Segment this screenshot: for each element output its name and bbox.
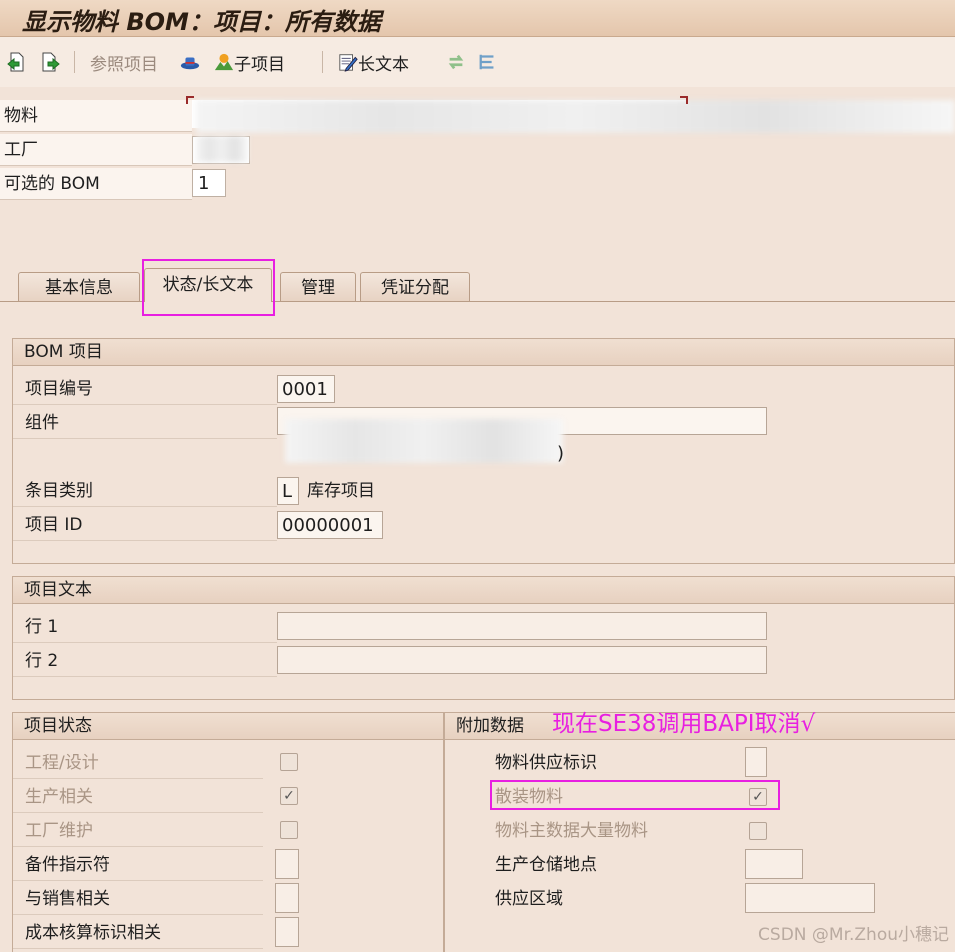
spare-part-field[interactable] xyxy=(275,849,299,879)
supply-area-label: 供应区域 xyxy=(495,889,563,909)
next-item-icon xyxy=(42,52,60,72)
component-desc-tail: ) xyxy=(557,443,565,464)
tab-strip: 基本信息 状态/长文本 管理 凭证分配 xyxy=(0,268,955,302)
alt-bom-input[interactable]: 1 xyxy=(192,169,226,197)
sub-item-icon xyxy=(214,53,234,71)
previous-item-button[interactable] xyxy=(6,49,26,75)
plant-label: 工厂 xyxy=(0,134,192,166)
hat-icon xyxy=(180,57,200,70)
reference-item-label: 参照项目 xyxy=(90,54,158,75)
item-text-panel: 项目文本 行 1 行 2 xyxy=(12,576,955,700)
supply-indicator-label: 物料供应标识 xyxy=(495,753,597,773)
supply-indicator-field[interactable] xyxy=(745,747,767,777)
tab-basic-data[interactable]: 基本信息 xyxy=(18,272,140,302)
watermark: CSDN @Mr.Zhou小穗记 xyxy=(758,925,949,945)
item-category-field[interactable]: L xyxy=(277,477,299,505)
item-number-label: 项目编号 xyxy=(13,373,277,405)
item-category-text: 库存项目 xyxy=(307,481,375,501)
item-number-field[interactable]: 0001 xyxy=(277,375,335,403)
sales-relevant-label: 与销售相关 xyxy=(13,883,263,915)
spare-part-label: 备件指示符 xyxy=(13,849,263,881)
swap-arrows-icon xyxy=(448,54,464,70)
redacted-component xyxy=(285,419,563,463)
component-label: 组件 xyxy=(13,407,277,439)
reference-item-button[interactable]: 参照项目 xyxy=(90,49,158,75)
costing-relevant-label: 成本核算标识相关 xyxy=(13,917,263,949)
tab-administration[interactable]: 管理 xyxy=(280,272,356,302)
annotation-text: 现在SE38调用BAPI取消√ xyxy=(552,711,816,737)
text-line2-field[interactable] xyxy=(277,646,767,674)
text-line2-label: 行 2 xyxy=(13,645,277,677)
production-storage-label: 生产仓储地点 xyxy=(495,855,597,875)
required-marker-right xyxy=(680,96,688,104)
bom-item-panel: BOM 项目 项目编号 0001 组件 ) 条目类别 L 库存项目 项目 ID … xyxy=(12,338,955,564)
plant-maintenance-label: 工厂维护 xyxy=(13,815,263,847)
text-line1-field[interactable] xyxy=(277,612,767,640)
bom-item-title: BOM 项目 xyxy=(13,339,954,366)
redacted-material xyxy=(196,100,955,133)
engineering-label: 工程/设计 xyxy=(13,747,263,779)
additional-data-panel: 附加数据 物料供应标识 散装物料 ✓ 物料主数据大量物料 生产仓储地点 供应区域 xyxy=(444,712,955,952)
bulk-material-label: 散装物料 xyxy=(495,787,563,807)
structure-icon xyxy=(479,54,494,70)
next-item-button[interactable] xyxy=(40,49,60,75)
long-text-button[interactable]: 长文本 xyxy=(338,49,409,75)
hat-button[interactable] xyxy=(180,49,200,75)
item-status-title: 项目状态 xyxy=(13,713,443,740)
production-relevant-label: 生产相关 xyxy=(13,781,263,813)
tab-document-assignment[interactable]: 凭证分配 xyxy=(360,272,470,302)
application-toolbar: 参照项目 子项目 长文本 xyxy=(0,37,955,87)
window-title: 显示物料 BOM：项目：所有数据 xyxy=(22,8,381,36)
production-relevant-checkbox[interactable]: ✓ xyxy=(280,787,298,805)
production-storage-field[interactable] xyxy=(745,849,803,879)
item-text-title: 项目文本 xyxy=(13,577,954,604)
item-category-label: 条目类别 xyxy=(13,475,277,507)
redacted-plant xyxy=(196,136,248,162)
item-id-field[interactable]: 00000001 xyxy=(277,511,383,539)
required-marker-left xyxy=(186,96,194,104)
sub-item-label: 子项目 xyxy=(234,54,285,75)
toolbar-separator xyxy=(322,51,323,73)
bulk-material-master-label: 物料主数据大量物料 xyxy=(495,821,648,841)
plant-maintenance-checkbox[interactable] xyxy=(280,821,298,839)
bulk-material-master-checkbox[interactable] xyxy=(749,822,767,840)
item-status-panel: 项目状态 工程/设计 生产相关 ✓ 工厂维护 备件指示符 与销售相关 成本核算标… xyxy=(12,712,444,952)
toolbar-separator xyxy=(74,51,75,73)
title-bar: 显示物料 BOM：项目：所有数据 xyxy=(0,0,955,37)
text-line1-label: 行 1 xyxy=(13,611,277,643)
item-id-label: 项目 ID xyxy=(13,509,277,541)
material-label: 物料 xyxy=(0,100,192,132)
long-text-label: 长文本 xyxy=(358,54,409,75)
engineering-checkbox[interactable] xyxy=(280,753,298,771)
swap-button[interactable] xyxy=(446,49,466,75)
alt-bom-label: 可选的 BOM xyxy=(0,168,192,200)
previous-item-icon xyxy=(7,52,24,72)
long-text-icon xyxy=(339,54,358,72)
bulk-material-checkbox[interactable]: ✓ xyxy=(749,788,767,806)
sales-relevant-field[interactable] xyxy=(275,883,299,913)
sub-item-button[interactable]: 子项目 xyxy=(214,49,285,75)
structure-button[interactable] xyxy=(478,49,498,75)
supply-area-field[interactable] xyxy=(745,883,875,913)
costing-relevant-field[interactable] xyxy=(275,917,299,947)
tab-status-long-text[interactable]: 状态/长文本 xyxy=(144,268,272,302)
